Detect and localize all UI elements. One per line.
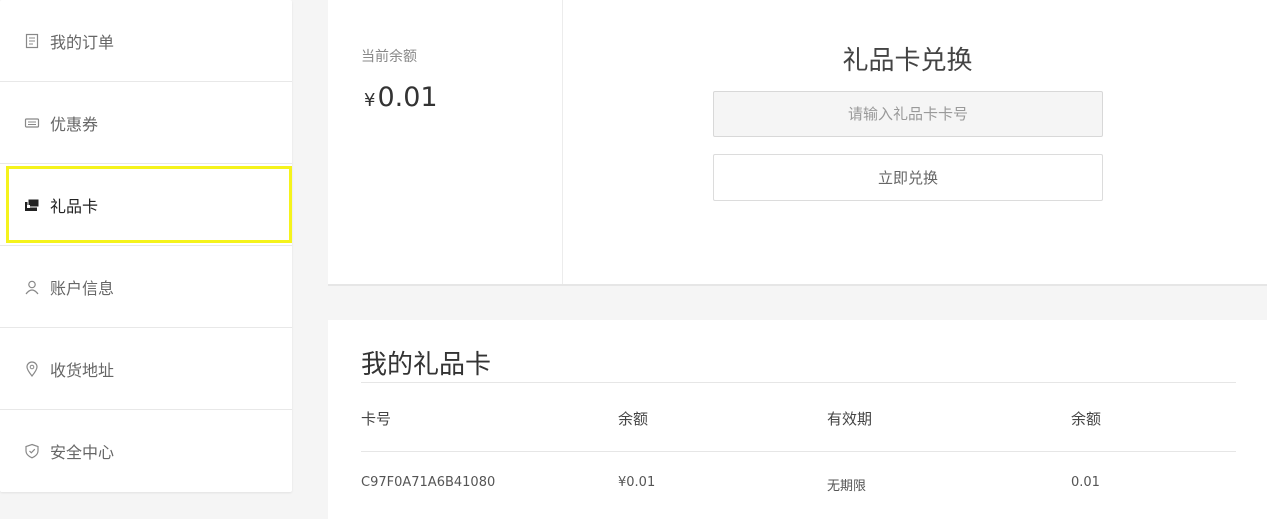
shield-icon: [24, 443, 40, 459]
sidebar: 我的订单 优惠券 礼品卡 账户信息 收货地址 安全中心: [0, 0, 292, 492]
cell-validity: 无期限: [827, 479, 867, 494]
sidebar-item-coupons[interactable]: 优惠券: [0, 82, 292, 164]
divider: [361, 382, 1236, 383]
column-header-validity: 有效期: [827, 410, 873, 428]
sidebar-item-label: 收货地址: [50, 360, 115, 380]
sidebar-item-address[interactable]: 收货地址: [0, 328, 292, 410]
redeem-title: 礼品卡兑换: [842, 46, 973, 76]
location-icon: [24, 360, 40, 377]
table-header: 卡号 余额 有效期 余额: [361, 408, 1236, 428]
cell-card-number: C97F0A71A6B41080: [361, 475, 496, 490]
gift-card-icon: [24, 197, 40, 213]
column-header-balance: 余额: [618, 410, 649, 428]
sidebar-item-account[interactable]: 账户信息: [0, 246, 292, 328]
my-gift-cards-panel: 我的礼品卡 卡号 余额 有效期 余额 C97F0A71A6B41080 ¥0.0…: [328, 320, 1267, 519]
cell-balance: ¥0.01: [618, 475, 656, 490]
my-gift-cards-title: 我的礼品卡: [361, 350, 492, 380]
balance-box: 当前余额 ¥0.01: [328, 0, 563, 284]
table-row: C97F0A71A6B41080 ¥0.01 无期限 0.01: [361, 475, 1236, 495]
cell-remaining: 0.01: [1071, 475, 1100, 490]
gift-card-number-input[interactable]: [713, 91, 1103, 137]
column-header-remaining: 余额: [1071, 410, 1102, 428]
balance-value: ¥0.01: [364, 82, 438, 113]
coupon-icon: [24, 115, 40, 131]
document-icon: [24, 33, 40, 49]
sidebar-item-security[interactable]: 安全中心: [0, 410, 292, 492]
balance-label: 当前余额: [361, 49, 417, 65]
sidebar-item-label: 我的订单: [50, 32, 115, 52]
sidebar-item-gift-card[interactable]: 礼品卡: [0, 164, 292, 246]
sidebar-item-label: 优惠券: [50, 114, 99, 134]
sidebar-item-label: 礼品卡: [50, 196, 99, 216]
divider: [361, 451, 1236, 452]
user-icon: [24, 279, 40, 295]
balance-amount: 0.01: [377, 82, 438, 113]
sidebar-item-label: 账户信息: [50, 278, 115, 298]
redeem-button[interactable]: 立即兑换: [713, 154, 1103, 201]
sidebar-item-orders[interactable]: 我的订单: [0, 0, 292, 82]
balance-currency: ¥: [364, 90, 376, 111]
column-header-card-number: 卡号: [361, 410, 392, 428]
gift-card-panel: 当前余额 ¥0.01 礼品卡兑换 立即兑换: [328, 0, 1267, 286]
sidebar-item-label: 安全中心: [50, 443, 115, 462]
